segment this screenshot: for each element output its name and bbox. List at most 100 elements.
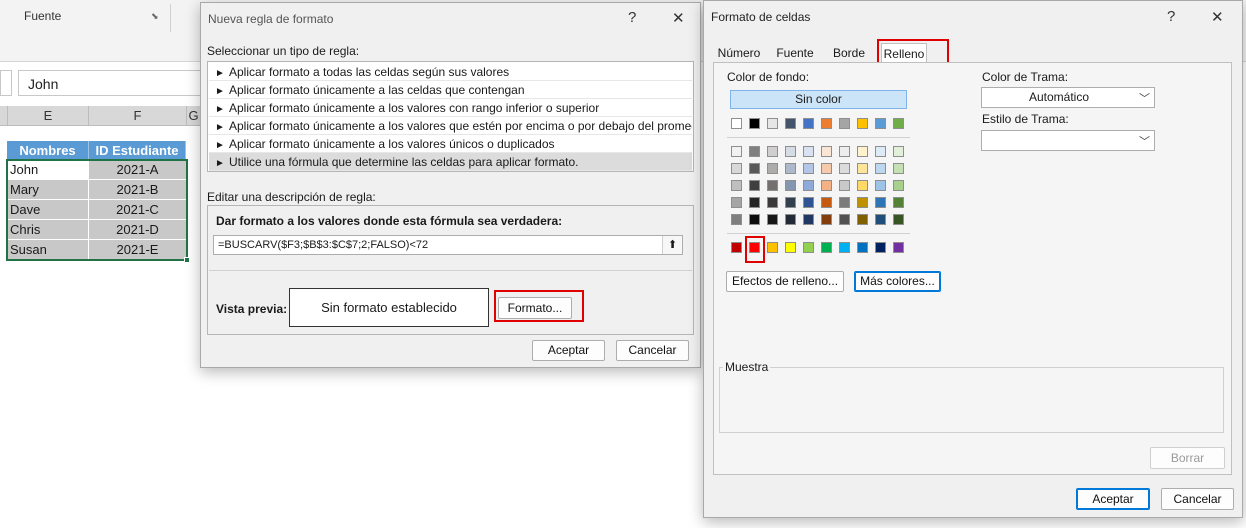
color-swatch[interactable] [893,146,904,157]
color-swatch[interactable] [821,180,832,191]
name-box[interactable] [0,70,12,96]
color-swatch[interactable] [875,163,886,174]
color-swatch[interactable] [749,197,760,208]
color-swatch[interactable] [821,163,832,174]
color-swatch[interactable] [803,146,814,157]
pattern-style-select[interactable] [981,130,1155,151]
more-colors-button[interactable]: Más colores... [854,271,941,292]
color-swatch[interactable] [749,214,760,225]
column-header-e[interactable]: E [8,106,89,126]
tab-borde[interactable]: Borde [827,43,871,63]
color-swatch[interactable] [839,180,850,191]
color-swatch[interactable] [785,163,796,174]
pattern-color-select[interactable]: Automático [981,87,1155,108]
column-header-f[interactable]: F [89,106,187,126]
color-swatch[interactable] [785,242,796,253]
color-swatch[interactable] [731,180,742,191]
color-swatch[interactable] [839,214,850,225]
color-swatch[interactable] [803,118,814,129]
color-swatch[interactable] [749,163,760,174]
color-swatch[interactable] [731,118,742,129]
color-swatch[interactable] [731,163,742,174]
no-color-button[interactable]: Sin color [730,90,907,109]
color-swatch[interactable] [767,118,778,129]
color-swatch[interactable] [767,163,778,174]
color-swatch[interactable] [821,146,832,157]
rule-type-item[interactable]: ► Aplicar formato únicamente a los valore… [209,135,692,153]
color-swatch[interactable] [749,180,760,191]
color-swatch[interactable] [803,242,814,253]
help-icon[interactable]: ? [628,9,636,26]
rule-type-item-selected[interactable]: ► Utilice una fórmula que determine las c… [209,153,692,171]
fill-effects-button[interactable]: Efectos de relleno... [726,271,844,292]
color-swatch[interactable] [785,118,796,129]
color-swatch[interactable] [731,242,742,253]
color-swatch[interactable] [875,242,886,253]
color-swatch[interactable] [821,214,832,225]
color-swatch[interactable] [785,180,796,191]
color-swatch[interactable] [875,146,886,157]
color-swatch[interactable] [731,214,742,225]
color-swatch[interactable] [893,214,904,225]
color-swatch[interactable] [803,214,814,225]
color-swatch[interactable] [839,242,850,253]
close-icon[interactable]: ✕ [1211,8,1224,26]
cancel-button[interactable]: Cancelar [1161,488,1234,510]
collapse-dialog-icon[interactable]: ⬆ [662,236,682,254]
color-swatch[interactable] [839,118,850,129]
tab-numero[interactable]: Número [713,43,765,63]
color-swatch[interactable] [893,197,904,208]
close-icon[interactable]: ✕ [672,9,685,27]
color-swatch[interactable] [839,163,850,174]
chevron-down-icon[interactable]: ﹀ [1139,133,1150,149]
color-swatch[interactable] [767,242,778,253]
color-swatch[interactable] [803,180,814,191]
color-swatch[interactable] [821,197,832,208]
color-swatch[interactable] [857,180,868,191]
chevron-down-icon[interactable]: ﹀ [1139,90,1150,106]
accept-button[interactable]: Aceptar [532,340,605,361]
color-swatch[interactable] [821,118,832,129]
color-swatch[interactable] [767,197,778,208]
color-swatch[interactable] [857,242,868,253]
color-swatch[interactable] [893,163,904,174]
color-swatch[interactable] [785,197,796,208]
column-header-g[interactable]: G [187,106,201,126]
color-swatch[interactable] [857,163,868,174]
color-swatch[interactable] [893,242,904,253]
color-swatch[interactable] [857,146,868,157]
color-swatch[interactable] [731,146,742,157]
color-swatch[interactable] [767,146,778,157]
accept-button[interactable]: Aceptar [1076,488,1150,510]
fill-handle[interactable] [184,257,190,263]
color-swatch[interactable] [749,146,760,157]
dialog-launcher-icon[interactable]: ⬊ [151,11,161,21]
color-swatch[interactable] [803,163,814,174]
tab-fuente[interactable]: Fuente [771,43,819,63]
color-swatch[interactable] [803,197,814,208]
rule-type-item[interactable]: ► Aplicar formato a todas las celdas segú… [209,63,692,81]
color-swatch[interactable] [839,146,850,157]
color-swatch[interactable] [857,197,868,208]
color-swatch[interactable] [785,214,796,225]
color-swatch[interactable] [875,214,886,225]
color-swatch[interactable] [857,118,868,129]
rule-type-item[interactable]: ► Aplicar formato únicamente a los valore… [209,99,692,117]
color-swatch[interactable] [839,197,850,208]
help-icon[interactable]: ? [1167,8,1175,25]
color-swatch[interactable] [731,197,742,208]
formula-input[interactable]: =BUSCARV($F3;$B$3:$C$7;2;FALSO)<72 [213,235,683,255]
color-swatch[interactable] [893,118,904,129]
color-swatch[interactable] [767,180,778,191]
color-swatch[interactable] [785,146,796,157]
color-swatch[interactable] [875,118,886,129]
color-swatch[interactable] [875,180,886,191]
color-swatch[interactable] [821,242,832,253]
rule-type-item[interactable]: ► Aplicar formato únicamente a las celdas… [209,81,692,99]
rule-type-item[interactable]: ► Aplicar formato únicamente a los valore… [209,117,692,135]
clear-button[interactable]: Borrar [1150,447,1225,469]
color-swatch[interactable] [893,180,904,191]
color-swatch[interactable] [857,214,868,225]
color-swatch[interactable] [767,214,778,225]
color-swatch[interactable] [749,118,760,129]
